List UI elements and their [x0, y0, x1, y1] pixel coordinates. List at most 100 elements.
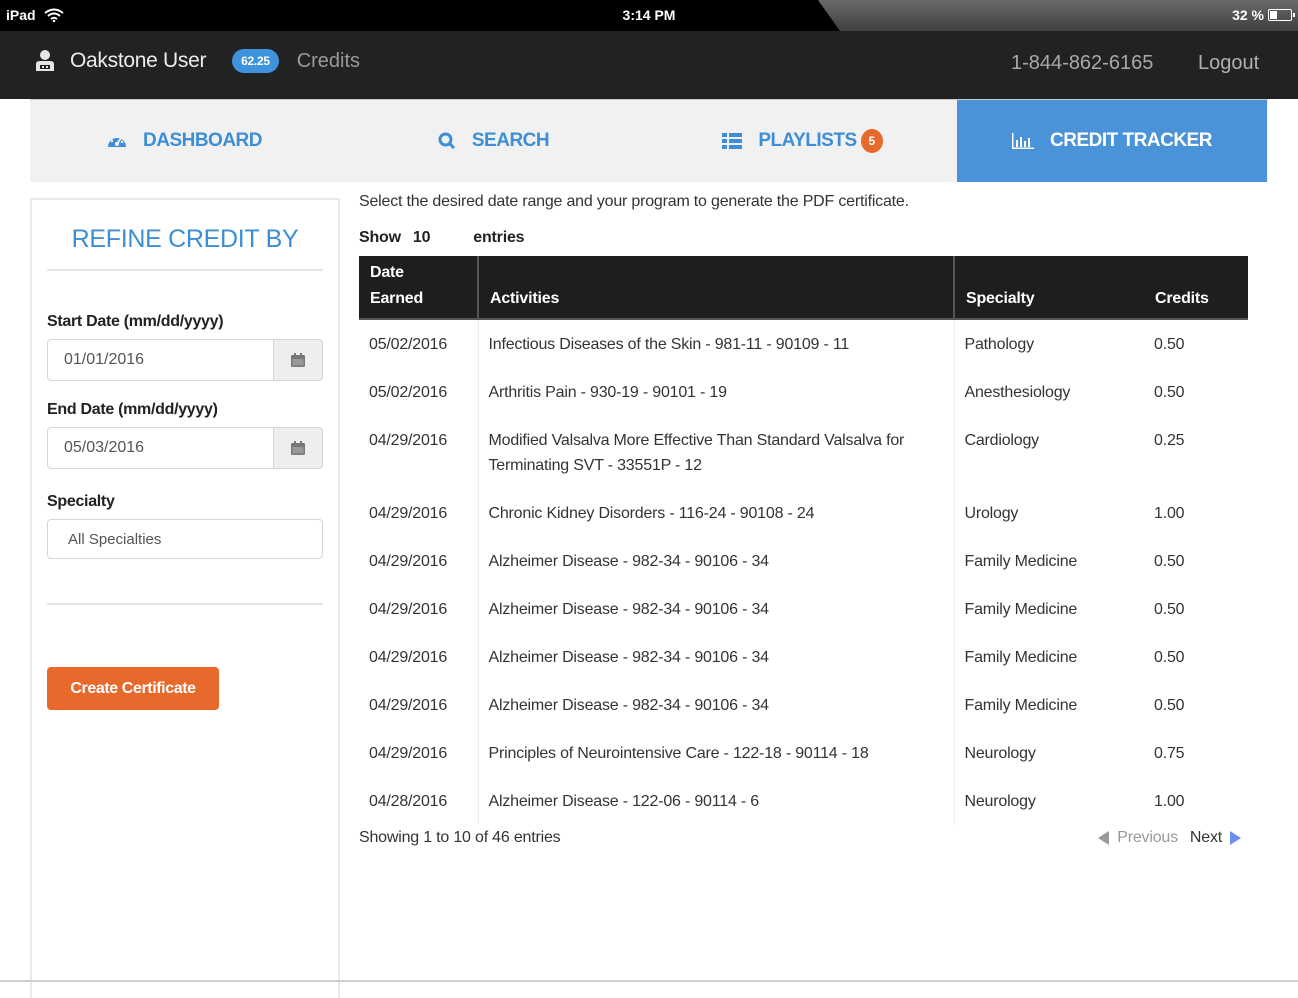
tab-playlists[interactable]: PLAYLISTS 5: [648, 100, 957, 182]
refine-title: REFINE CREDIT BY: [71, 225, 299, 253]
cell-specialty: Family Medicine: [953, 585, 1144, 633]
cell-specialty: Urology: [953, 489, 1144, 537]
cell-specialty: Cardiology: [953, 416, 1144, 489]
tab-search-label: SEARCH: [471, 130, 550, 151]
table-row: 04/28/2016 Alzheimer Disease - 122-06 - 9…: [359, 777, 1248, 825]
create-certificate-button[interactable]: Create Certificate: [47, 667, 219, 710]
table-row: 04/29/2016 Alzheimer Disease - 982-34 - 9…: [359, 633, 1248, 681]
app-header: Oakstone User 62.25 Credits 1-844-862-61…: [0, 31, 1298, 99]
calendar-icon: [291, 353, 305, 367]
search-icon: [438, 132, 456, 150]
cell-activity: Chronic Kidney Disorders - 116-24 - 9010…: [488, 505, 815, 522]
tab-credit-tracker[interactable]: CREDIT TRACKER: [957, 100, 1267, 182]
table-row: 04/29/2016 Alzheimer Disease - 982-34 - 9…: [359, 585, 1248, 633]
page-length-control: Show 10 entries: [359, 229, 1249, 247]
cell-activity: Alzheimer Disease - 982-34 - 90106 - 34: [488, 553, 770, 570]
table-row: 04/29/2016 Chronic Kidney Disorders - 116…: [359, 489, 1248, 537]
logout-link[interactable]: Logout: [1198, 52, 1259, 75]
cell-specialty: Family Medicine: [953, 681, 1144, 729]
table-row: 04/29/2016 Alzheimer Disease - 982-34 - 9…: [359, 537, 1248, 585]
next-arrow-icon: [1230, 831, 1241, 845]
table-row: 04/29/2016 Modified Valsalva More Effecti…: [359, 416, 1248, 489]
tab-credit-tracker-label: CREDIT TRACKER: [1050, 130, 1212, 151]
cell-credits: 0.50: [1154, 553, 1185, 570]
header-date-line2: Earned: [370, 290, 424, 307]
list-icon: [722, 133, 743, 149]
cell-date: 04/29/2016: [359, 729, 479, 777]
cell-activity: Alzheimer Disease - 982-34 - 90106 - 34: [488, 697, 770, 714]
cell-activity: Principles of Neurointensive Care - 122-…: [488, 745, 869, 762]
tab-dashboard-label: DASHBOARD: [143, 130, 263, 151]
refine-panel: REFINE CREDIT BY Start Date (mm/dd/yyyy)…: [30, 198, 340, 998]
end-date-label: End Date (mm/dd/yyyy): [47, 401, 218, 418]
table-row: 05/02/2016 Infectious Diseases of the Ski…: [359, 319, 1248, 368]
previous-button[interactable]: Previous: [1098, 829, 1178, 847]
cell-credits: 1.00: [1154, 505, 1185, 522]
cell-credits: 0.50: [1154, 384, 1185, 401]
show-label: Show: [359, 229, 401, 246]
table-footer: Showing 1 to 10 of 46 entries Previous N…: [359, 829, 1249, 847]
instructions-text: Select the desired date range and your p…: [359, 193, 909, 210]
showing-info: Showing 1 to 10 of 46 entries: [359, 829, 561, 846]
next-button[interactable]: Next: [1190, 829, 1241, 847]
page-length-select[interactable]: 10: [413, 229, 431, 247]
header-specialty[interactable]: Specialty: [953, 256, 1144, 320]
main-nav: DASHBOARD SEARCH PLAYLISTS 5 CREDIT TRAC…: [30, 99, 1268, 182]
credit-table-section: Select the desired date range and your p…: [359, 190, 1249, 847]
cell-credits: 0.50: [1154, 336, 1185, 353]
battery-percent: 32 %: [1232, 7, 1264, 23]
cell-specialty: Neurology: [953, 729, 1144, 777]
cell-activity: Arthritis Pain - 930-19 - 90101 - 19: [488, 384, 727, 401]
header-date-earned[interactable]: Date Earned: [359, 256, 478, 320]
phone-number[interactable]: 1-844-862-6165: [1011, 52, 1153, 75]
cell-date: 05/02/2016: [359, 368, 479, 416]
cell-date: 04/29/2016: [359, 585, 479, 633]
calendar-icon: [291, 441, 305, 455]
start-date-group: 01/01/2016: [47, 339, 323, 381]
cell-credits: 0.50: [1154, 601, 1185, 618]
divider: [47, 603, 323, 605]
cell-activity: Alzheimer Disease - 982-34 - 90106 - 34: [488, 601, 770, 618]
cell-activity: Alzheimer Disease - 122-06 - 90114 - 6: [488, 793, 760, 810]
end-date-input[interactable]: 05/03/2016: [47, 427, 274, 469]
start-date-label: Start Date (mm/dd/yyyy): [47, 313, 224, 330]
cell-date: 04/29/2016: [359, 537, 479, 585]
header-activities[interactable]: Activities: [477, 256, 954, 320]
cell-specialty: Anesthesiology: [953, 368, 1144, 416]
playlists-count-badge: 5: [860, 129, 883, 153]
end-date-group: 05/03/2016: [47, 427, 323, 469]
specialty-select[interactable]: All Specialties: [47, 519, 323, 559]
credits-badge: 62.25: [232, 49, 279, 73]
status-bar: iPad 3:14 PM 32 %: [0, 0, 1298, 31]
entries-label: entries: [473, 229, 525, 246]
cell-date: 04/28/2016: [359, 777, 479, 825]
cell-specialty: Neurology: [953, 777, 1144, 825]
battery-status: 32 %: [1232, 7, 1295, 23]
user-name: Oakstone User: [70, 49, 207, 72]
bar-chart-icon: [1012, 133, 1035, 149]
start-date-input[interactable]: 01/01/2016: [47, 339, 274, 381]
tab-dashboard[interactable]: DASHBOARD: [30, 100, 339, 182]
tab-search[interactable]: SEARCH: [339, 100, 648, 182]
divider: [47, 269, 323, 271]
header-credits[interactable]: Credits: [1144, 256, 1248, 320]
cell-credits: 1.00: [1154, 793, 1185, 810]
cell-credits: 0.25: [1154, 432, 1185, 449]
tab-playlists-label: PLAYLISTS: [758, 130, 857, 151]
cell-credits: 0.75: [1154, 745, 1185, 762]
credits-table: Date Earned Activities Specialty Credits…: [359, 256, 1248, 825]
cell-date: 04/29/2016: [359, 681, 479, 729]
table-header-row: Date Earned Activities Specialty Credits: [359, 256, 1248, 320]
table-row: 04/29/2016 Principles of Neurointensive C…: [359, 729, 1248, 777]
cell-activity: Alzheimer Disease - 982-34 - 90106 - 34: [488, 649, 770, 666]
cell-date: 04/29/2016: [359, 633, 479, 681]
end-date-calendar-button[interactable]: [274, 427, 323, 469]
cell-activity: Modified Valsalva More Effective Than St…: [488, 432, 905, 474]
specialty-label: Specialty: [47, 493, 115, 510]
previous-arrow-icon: [1098, 831, 1110, 845]
cell-activity: Infectious Diseases of the Skin - 981-11…: [488, 336, 850, 353]
user-icon: [36, 50, 54, 71]
cell-specialty: Family Medicine: [953, 537, 1144, 585]
start-date-calendar-button[interactable]: [274, 339, 323, 381]
cell-specialty: Family Medicine: [953, 633, 1144, 681]
